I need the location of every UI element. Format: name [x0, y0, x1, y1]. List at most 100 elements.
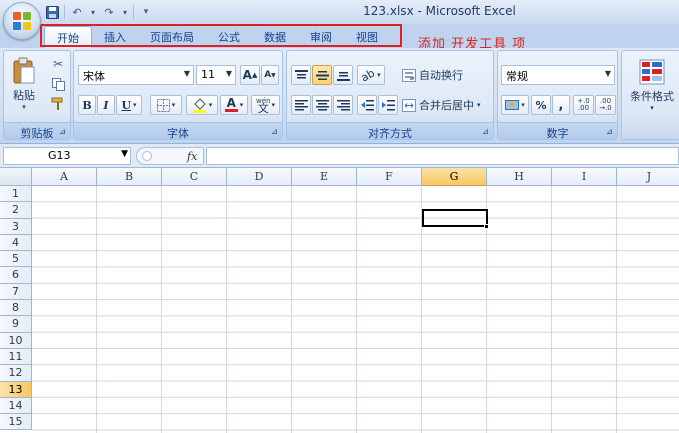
row-header-7[interactable]: 7 [0, 283, 32, 301]
column-header-a[interactable]: A [32, 168, 97, 186]
cell-grid[interactable] [32, 186, 679, 433]
align-center-button[interactable] [312, 95, 332, 115]
select-all-corner[interactable] [0, 168, 32, 186]
decrease-indent-button[interactable] [357, 95, 377, 115]
copy-button[interactable] [48, 75, 68, 93]
tab-review[interactable]: 审阅 [298, 26, 344, 48]
wrap-text-icon [402, 68, 416, 82]
underline-button[interactable]: U ▾ [116, 95, 142, 115]
number-format-select[interactable]: 常规 ▼ [501, 65, 615, 85]
insert-function-icon[interactable]: fx [187, 150, 197, 163]
formula-bar-grip-icon[interactable] [142, 151, 152, 161]
wrap-text-button[interactable]: 自动换行 [401, 65, 491, 85]
office-button[interactable] [3, 2, 41, 40]
increase-decimal-button[interactable]: +.0 .00 [573, 95, 594, 115]
column-header-j[interactable]: J [617, 168, 679, 186]
column-header-g[interactable]: G [422, 168, 487, 186]
column-header-b[interactable]: B [97, 168, 162, 186]
align-right-button[interactable] [333, 95, 353, 115]
column-header-f[interactable]: F [357, 168, 422, 186]
row-header-11[interactable]: 11 [0, 348, 32, 366]
paste-button[interactable]: 粘贴 ▾ [8, 55, 40, 113]
format-painter-button[interactable] [48, 95, 68, 113]
alignment-launcher-icon[interactable]: ⊿ [481, 127, 490, 136]
row-header-2[interactable]: 2 [0, 202, 32, 219]
paste-label: 粘贴 [13, 89, 35, 102]
alignment-group-label: 对齐方式 ⊿ [287, 122, 493, 140]
phonetic-button[interactable]: wén 文 ▾ [251, 95, 280, 115]
column-header-i[interactable]: I [552, 168, 617, 186]
italic-icon: I [103, 98, 109, 112]
phonetic-icon: wén 文 [256, 97, 271, 115]
chevron-down-icon: ▾ [208, 101, 213, 109]
row-header-15[interactable]: 15 [0, 414, 32, 431]
conditional-format-button[interactable]: 条件格式 ▾ [624, 55, 679, 115]
merge-center-button[interactable]: 合并后居中 ▾ [401, 95, 491, 115]
row-header-4[interactable]: 4 [0, 234, 32, 252]
borders-button[interactable]: ▾ [150, 95, 182, 115]
active-cell-g13[interactable] [422, 209, 488, 227]
tab-view[interactable]: 视图 [344, 26, 390, 48]
conditional-format-label: 条件格式 [630, 89, 674, 103]
row-header-3[interactable]: 3 [0, 218, 32, 235]
row-header-8[interactable]: 8 [0, 300, 32, 317]
align-left-icon [294, 99, 308, 110]
tab-formulas[interactable]: 公式 [206, 26, 252, 48]
chevron-down-icon: ▾ [477, 101, 481, 109]
fill-handle[interactable] [484, 224, 489, 229]
column-header-d[interactable]: D [227, 168, 292, 186]
alignment-group-title: 对齐方式 [368, 127, 412, 140]
column-header-h[interactable]: H [487, 168, 552, 186]
fill-color-button[interactable]: ▾ [186, 95, 218, 115]
align-right-icon [336, 99, 350, 110]
fill-bucket-icon [192, 98, 206, 113]
column-header-c[interactable]: C [162, 168, 227, 186]
row-header-1[interactable]: 1 [0, 186, 32, 203]
formula-controls: fx [136, 147, 204, 165]
currency-icon [505, 100, 520, 110]
row-header-12[interactable]: 12 [0, 365, 32, 382]
align-top-button[interactable] [291, 65, 311, 85]
row-headers: 1 2 3 4 5 6 7 8 9 10 11 12 13 14 15 [0, 186, 32, 431]
name-box[interactable]: G13 ▼ [3, 147, 131, 165]
cut-button[interactable]: ✂ [48, 55, 68, 73]
font-size-select[interactable]: 11 ▼ [196, 65, 236, 85]
column-header-e[interactable]: E [292, 168, 357, 186]
font-launcher-icon[interactable]: ⊿ [270, 127, 279, 136]
orientation-button[interactable]: ab ▾ [357, 65, 385, 85]
clipboard-group: 粘贴 ▾ ✂ 剪贴板 ⊿ [3, 50, 71, 140]
font-color-icon: A [224, 97, 238, 112]
row-header-5[interactable]: 5 [0, 251, 32, 268]
formula-input[interactable] [206, 147, 679, 165]
comma-style-button[interactable]: , [552, 95, 570, 115]
shrink-font-button[interactable]: A ▼ [261, 65, 279, 85]
tab-data[interactable]: 数据 [252, 26, 298, 48]
row-header-6[interactable]: 6 [0, 267, 32, 284]
font-size-value: 11 [201, 68, 215, 81]
row-header-14[interactable]: 14 [0, 397, 32, 415]
align-left-button[interactable] [291, 95, 311, 115]
chevron-down-icon: ▾ [133, 101, 137, 109]
percent-button[interactable]: % [531, 95, 551, 115]
increase-indent-button[interactable] [378, 95, 398, 115]
tab-page-layout[interactable]: 页面布局 [138, 26, 206, 48]
italic-button[interactable]: I [97, 95, 115, 115]
decrease-decimal-button[interactable]: .00 →.0 [595, 95, 616, 115]
tab-home[interactable]: 开始 [44, 26, 92, 48]
align-bottom-button[interactable] [333, 65, 353, 85]
row-header-13[interactable]: 13 [0, 381, 32, 398]
grow-font-button[interactable]: A ▲ [240, 65, 260, 85]
chevron-down-icon: ▾ [377, 71, 381, 79]
accounting-format-button[interactable]: ▾ [501, 95, 529, 115]
clipboard-launcher-icon[interactable]: ⊿ [58, 127, 67, 136]
bold-button[interactable]: B [78, 95, 96, 115]
font-color-button[interactable]: A ▾ [220, 95, 248, 115]
chevron-down-icon: ▾ [239, 101, 244, 109]
tab-insert[interactable]: 插入 [92, 26, 138, 48]
font-name-select[interactable]: 宋体 ▼ [78, 65, 194, 85]
percent-icon: % [535, 98, 547, 112]
number-launcher-icon[interactable]: ⊿ [605, 127, 614, 136]
row-header-10[interactable]: 10 [0, 332, 32, 349]
row-header-9[interactable]: 9 [0, 316, 32, 333]
align-middle-button[interactable] [312, 65, 332, 85]
